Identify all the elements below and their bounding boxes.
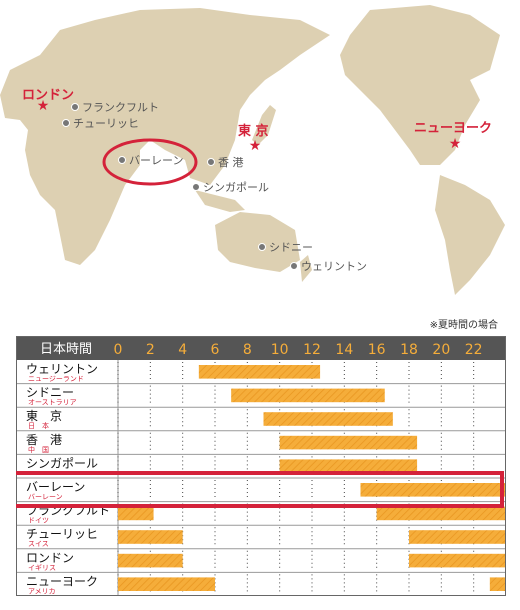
row-city-name: 香 港 <box>26 433 62 447</box>
hour-label: 12 <box>303 342 321 358</box>
city-dot <box>192 183 200 191</box>
open-hours-bar <box>376 506 506 521</box>
open-hours-bar <box>118 530 183 544</box>
city-label-london: ロンドン <box>22 88 74 103</box>
open-hours-bar <box>198 365 321 379</box>
hour-label: 14 <box>335 342 353 358</box>
row-city-name: シドニー <box>26 386 74 400</box>
market-hours-table: 日本時間 0 2 4 6 8 10 12 14 16 18 20 22 ウェリントンニュージーランドシ… <box>16 336 506 596</box>
city-label-wellington: ウェリントン <box>301 260 367 273</box>
open-hours-bar <box>279 459 418 473</box>
hour-label: 6 <box>211 342 220 358</box>
row-city-name: ニューヨーク <box>26 574 98 588</box>
dst-note: ※夏時間の場合 <box>429 320 498 331</box>
open-hours-bar <box>409 530 506 544</box>
world-map: ★ ★ ★ ロンドン 東 京 ニューヨーク フランクフルト チューリッヒ バーレ… <box>0 5 505 295</box>
open-hours-bar <box>118 553 183 568</box>
star-icon: ★ <box>249 138 262 154</box>
row-country-name: ニュージーランド <box>28 375 84 383</box>
table-row: 香 港中 国 <box>16 430 506 455</box>
table-row: 東 京日 本 <box>16 407 506 432</box>
hour-label: 18 <box>400 342 418 358</box>
open-hours-bar <box>279 435 418 450</box>
open-hours-bar <box>231 388 385 403</box>
row-country-name: オーストラリア <box>28 399 77 407</box>
open-hours-bar <box>360 483 506 497</box>
city-dot <box>207 158 215 166</box>
row-country-name: 中 国 <box>28 445 49 454</box>
table-row: ニューヨークアメリカ <box>16 572 506 596</box>
open-hours-bar <box>118 506 154 521</box>
hour-label: 8 <box>243 342 252 358</box>
table-row: バーレーンバーレーン <box>16 478 506 503</box>
open-hours-bar <box>489 577 506 591</box>
header-label: 日本時間 <box>40 342 92 357</box>
city-label-hongkong: 香 港 <box>218 156 244 169</box>
table-row: ウェリントンニュージーランド <box>16 360 506 385</box>
hour-label: 10 <box>271 342 289 358</box>
hour-label: 16 <box>368 342 386 358</box>
hour-label: 2 <box>146 342 155 358</box>
city-label-newyork: ニューヨーク <box>414 121 492 136</box>
row-city-name: チューリッヒ <box>26 527 98 541</box>
row-country-name: バーレーン <box>28 493 63 501</box>
row-country-name: アメリカ <box>28 587 56 595</box>
open-hours-bar <box>118 577 215 591</box>
hour-label: 22 <box>465 342 483 358</box>
open-hours-bar <box>263 412 393 426</box>
city-dot <box>62 119 70 127</box>
city-dot <box>118 156 126 164</box>
row-city-name: ロンドン <box>26 551 74 565</box>
city-label-singapore: シンガポール <box>203 181 269 194</box>
row-city-name: ウェリントン <box>26 362 98 376</box>
city-label-bahrain: バーレーン <box>129 154 183 167</box>
table-row: シドニーオーストラリア <box>16 383 506 408</box>
open-hours-bar <box>409 553 506 568</box>
row-country-name: 日 本 <box>28 421 49 430</box>
hour-label: 0 <box>114 342 123 358</box>
city-label-frankfurt: フランクフルト <box>82 101 159 114</box>
city-label-zurich: チューリッヒ <box>73 117 139 130</box>
table-row: ロンドンイギリス <box>16 548 506 573</box>
hour-label: 4 <box>178 342 187 358</box>
row-city-name: バーレーン <box>26 480 85 494</box>
star-icon: ★ <box>449 136 462 152</box>
row-country-name: ドイツ <box>28 517 49 525</box>
row-country-name: スイス <box>28 540 49 548</box>
row-country-name: イギリス <box>28 564 56 572</box>
table-row: チューリッヒスイス <box>16 525 506 550</box>
hour-label: 20 <box>432 342 450 358</box>
city-dot <box>258 243 266 251</box>
city-label-sydney: シドニー <box>269 241 313 254</box>
row-city-name: シンガポール <box>26 456 98 470</box>
city-label-tokyo: 東 京 <box>238 123 269 139</box>
row-city-name: 東 京 <box>26 409 62 423</box>
city-dot <box>71 103 79 111</box>
city-dot <box>290 262 298 270</box>
